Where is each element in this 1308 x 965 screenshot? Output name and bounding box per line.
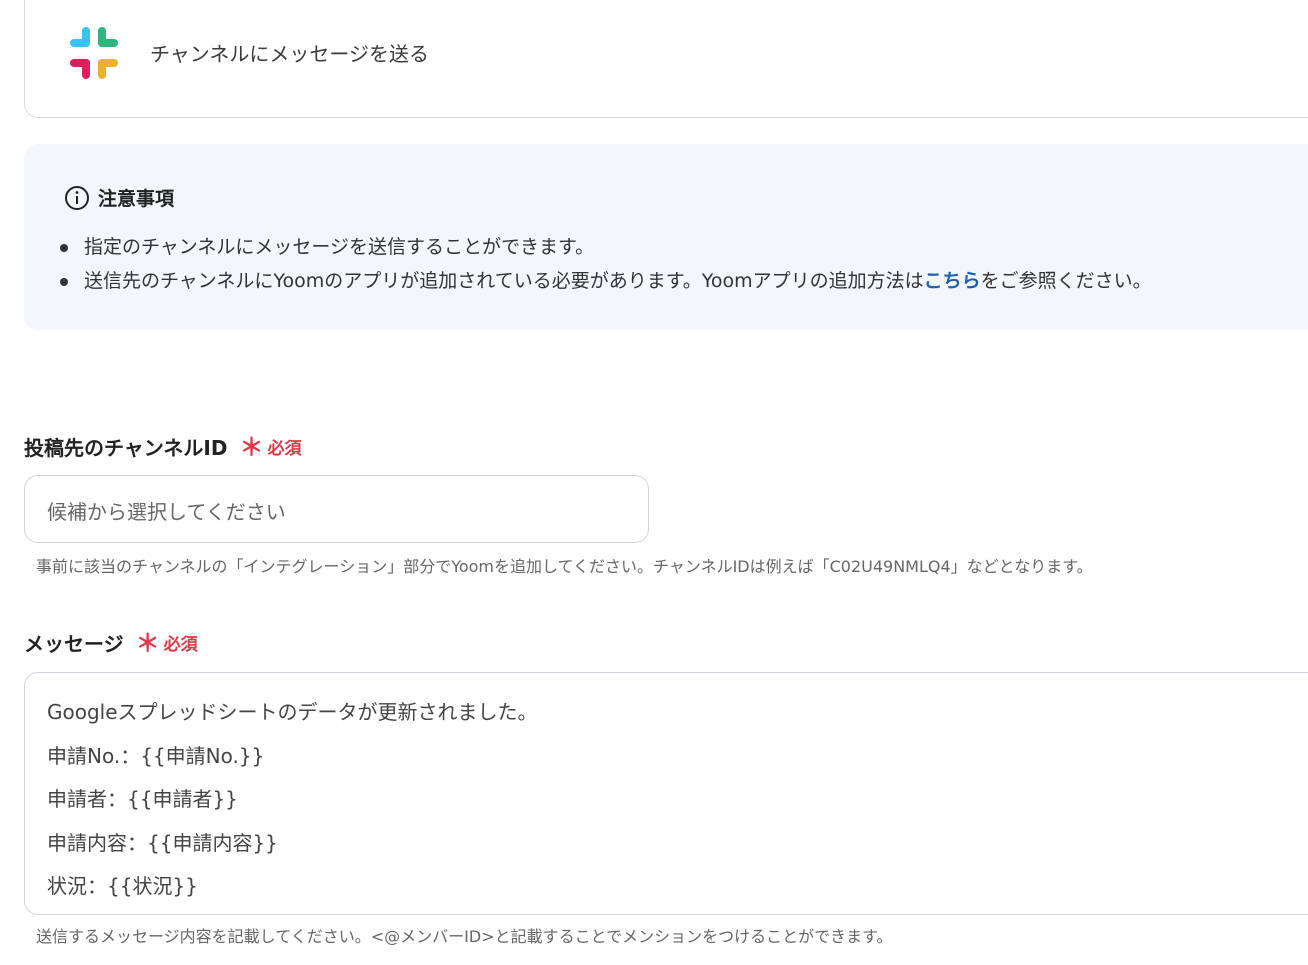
message-content: Googleスプレッドシートのデータが更新されました。 申請No.：{{申請No… — [47, 691, 538, 909]
required-badge: ＊ 必須 — [239, 432, 302, 461]
notice-item: 指定のチャンネルにメッセージを送信することができます。 — [60, 230, 1152, 264]
required-asterisk-icon: ＊ — [135, 628, 160, 657]
required-badge: ＊ 必須 — [135, 628, 198, 657]
action-title: チャンネルにメッセージを送る — [150, 42, 429, 66]
help-link[interactable]: こちら — [924, 270, 981, 292]
slack-icon — [70, 27, 118, 79]
message-line: 状況：{{状況}} — [47, 874, 198, 898]
notice-heading: 注意事項 — [64, 184, 174, 211]
message-line: 申請内容：{{申請内容}} — [47, 830, 278, 855]
channel-field-label: 投稿先のチャンネルID ＊ 必須 — [24, 432, 302, 461]
channel-field-helper: 事前に該当のチャンネルの「インテグレーション」部分でYoomを追加してください。… — [36, 557, 1093, 576]
message-field-label: メッセージ ＊ 必須 — [24, 628, 198, 657]
message-line: 申請No.：{{申請No.}} — [47, 743, 265, 768]
channel-id-placeholder: 候補から選択してください — [47, 500, 286, 524]
message-textarea[interactable]: Googleスプレッドシートのデータが更新されました。 申請No.：{{申請No… — [24, 672, 1308, 915]
notice-item: 送信先のチャンネルにYoomのアプリが追加されている必要があります。Yoomアプ… — [60, 264, 1152, 298]
notice-list: 指定のチャンネルにメッセージを送信することができます。 送信先のチャンネルにYo… — [60, 230, 1152, 298]
info-icon — [65, 185, 89, 210]
notice-box: 注意事項 指定のチャンネルにメッセージを送信することができます。 送信先のチャン… — [24, 144, 1308, 330]
required-asterisk-icon: ＊ — [239, 432, 264, 461]
message-line: 申請者：{{申請者}} — [47, 787, 238, 811]
channel-id-select[interactable]: 候補から選択してください — [24, 475, 649, 543]
message-line: Googleスプレッドシートのデータが更新されました。 — [47, 700, 538, 724]
notice-title: 注意事項 — [98, 188, 175, 210]
message-field-helper: 送信するメッセージ内容を記載してください。<@メンバーID>と記載することでメン… — [36, 927, 893, 946]
